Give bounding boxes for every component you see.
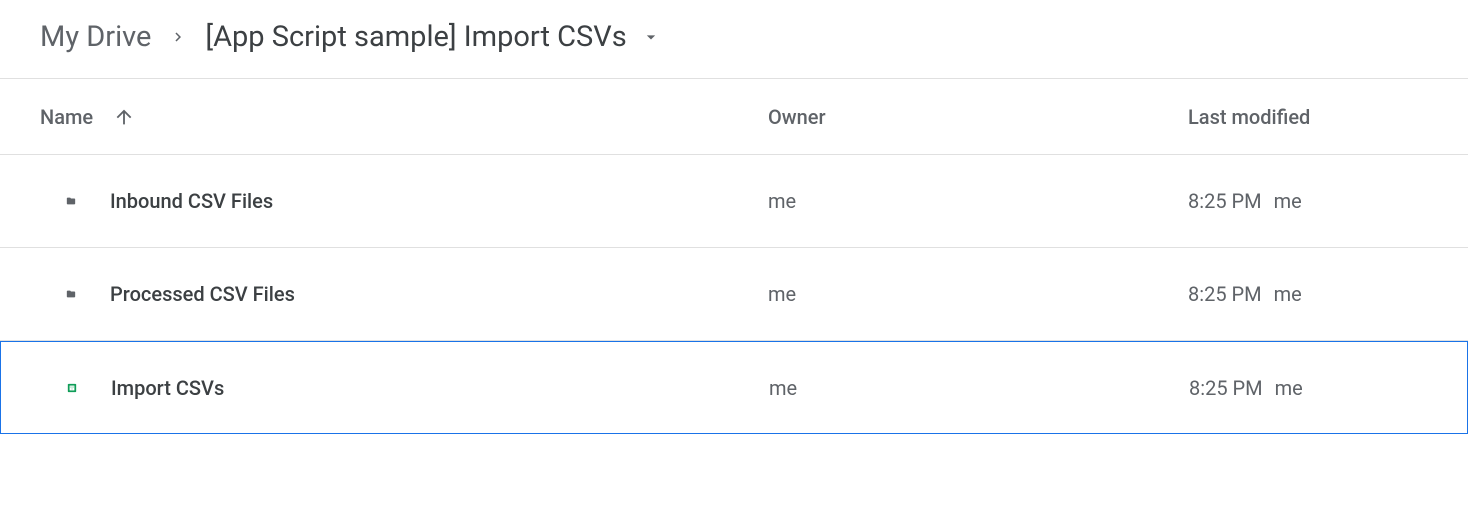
sheets-icon (41, 373, 77, 403)
file-name: Processed CSV Files (110, 282, 295, 306)
chevron-right-icon (169, 28, 187, 46)
breadcrumb-current[interactable]: [App Script sample] Import CSVs (205, 20, 626, 54)
column-header-modified[interactable]: Last modified (1188, 105, 1428, 129)
dropdown-arrow-icon[interactable] (641, 27, 661, 47)
breadcrumb: My Drive [App Script sample] Import CSVs (0, 0, 1468, 79)
file-modified-by: me (1274, 282, 1302, 306)
file-modified-by: me (1275, 376, 1303, 400)
file-name: Import CSVs (111, 376, 224, 400)
file-owner: me (769, 376, 797, 400)
file-modified-by: me (1274, 189, 1302, 213)
file-row[interactable]: Processed CSV Files me 8:25 PM me (0, 248, 1468, 341)
column-name-label: Name (40, 105, 93, 129)
file-owner: me (768, 189, 796, 213)
folder-icon (40, 277, 76, 311)
breadcrumb-root[interactable]: My Drive (40, 20, 151, 54)
file-modified-time: 8:25 PM (1188, 189, 1262, 213)
column-header-name[interactable]: Name (40, 105, 768, 129)
file-modified-time: 8:25 PM (1189, 376, 1263, 400)
file-owner: me (768, 282, 796, 306)
folder-icon (40, 184, 76, 218)
column-header-owner[interactable]: Owner (768, 105, 1188, 129)
column-owner-label: Owner (768, 105, 826, 129)
sort-ascending-icon[interactable] (113, 106, 135, 128)
column-modified-label: Last modified (1188, 105, 1310, 129)
file-name: Inbound CSV Files (110, 189, 273, 213)
file-row[interactable]: Inbound CSV Files me 8:25 PM me (0, 155, 1468, 248)
table-header-row: Name Owner Last modified (0, 79, 1468, 155)
file-table: Name Owner Last modified Inbound CSV Fil… (0, 79, 1468, 434)
file-row[interactable]: Import CSVs me 8:25 PM me (0, 341, 1468, 434)
file-modified-time: 8:25 PM (1188, 282, 1262, 306)
drive-container: My Drive [App Script sample] Import CSVs… (0, 0, 1468, 434)
